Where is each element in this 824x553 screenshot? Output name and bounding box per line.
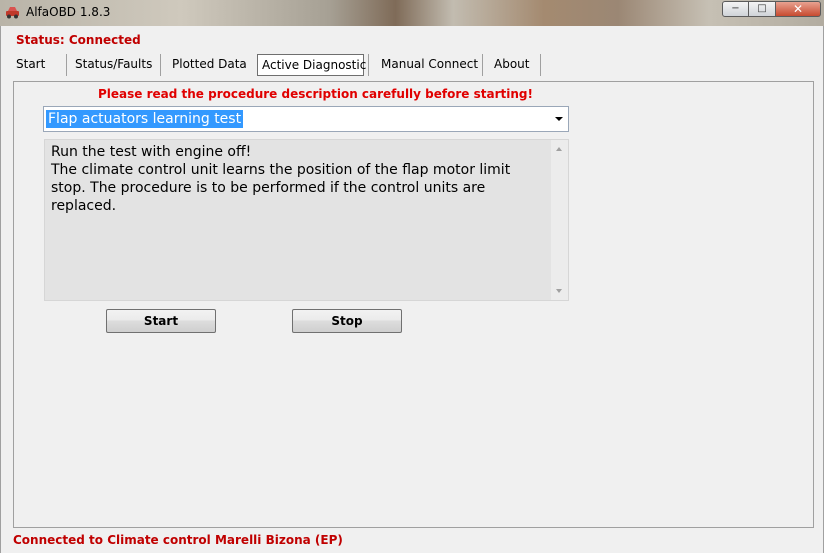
start-button[interactable]: Start xyxy=(106,309,216,333)
tab-divider xyxy=(540,54,541,76)
tab-start[interactable]: Start xyxy=(12,52,49,76)
maximize-button[interactable]: □ xyxy=(749,1,776,17)
minimize-button[interactable]: − xyxy=(722,1,749,17)
connection-status: Status: Connected xyxy=(16,33,141,47)
close-button[interactable]: ✕ xyxy=(776,1,821,17)
tab-status-faults[interactable]: Status/Faults xyxy=(71,52,156,76)
tab-divider xyxy=(482,54,483,76)
procedure-select-value: Flap actuators learning test xyxy=(46,110,244,128)
stop-button[interactable]: Stop xyxy=(292,309,402,333)
tab-plotted-data[interactable]: Plotted Data xyxy=(168,52,251,76)
tab-about[interactable]: About xyxy=(490,52,533,76)
description-scrollbar[interactable] xyxy=(551,140,568,300)
procedure-select[interactable]: Flap actuators learning test xyxy=(43,106,569,132)
tab-divider xyxy=(368,54,369,76)
chevron-down-icon[interactable] xyxy=(555,117,563,121)
window-title: AlfaOBD 1.8.3 xyxy=(26,5,111,19)
car-icon xyxy=(6,7,19,19)
procedure-warning: Please read the procedure description ca… xyxy=(98,87,533,101)
scroll-down-icon[interactable] xyxy=(556,289,562,293)
procedure-description-box[interactable]: Run the test with engine off! The climat… xyxy=(44,139,569,301)
title-bar[interactable]: AlfaOBD 1.8.3 − □ ✕ xyxy=(0,0,824,26)
tab-manual-connect[interactable]: Manual Connect xyxy=(377,52,482,76)
tab-active-diagnostic[interactable]: Active Diagnostic xyxy=(257,54,366,76)
tab-divider xyxy=(66,54,67,76)
connection-footer: Connected to Climate control Marelli Biz… xyxy=(13,533,343,547)
procedure-description-text: Run the test with engine off! The climat… xyxy=(51,144,511,214)
scroll-up-icon[interactable] xyxy=(556,147,562,151)
tab-divider xyxy=(160,54,161,76)
